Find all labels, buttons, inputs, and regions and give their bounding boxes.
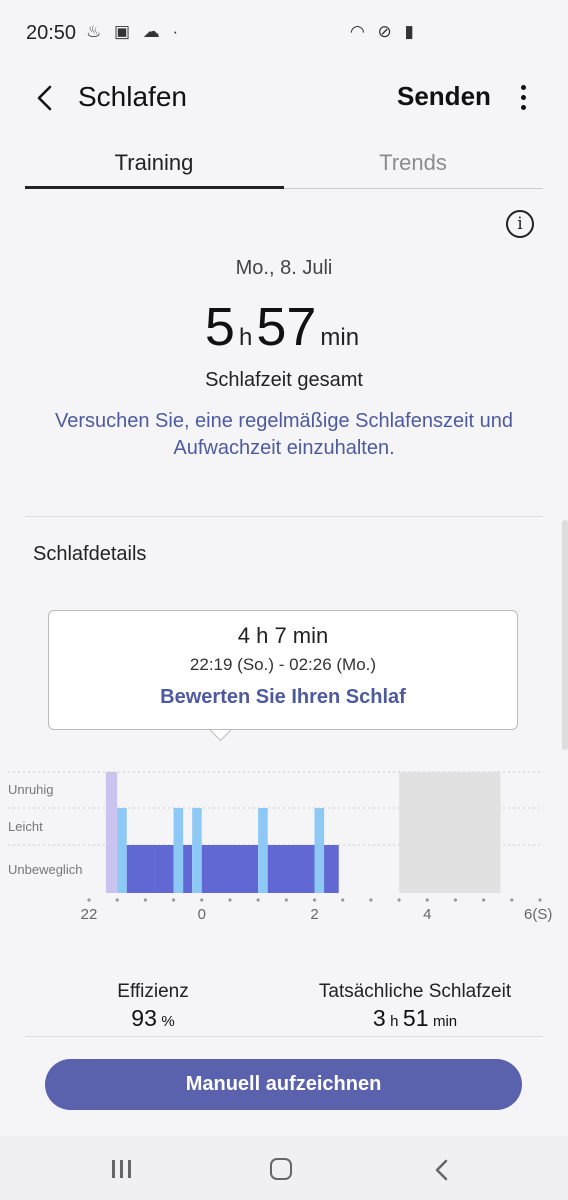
axis-dot — [87, 898, 91, 902]
axis-dot — [143, 898, 147, 902]
info-icon[interactable]: i — [506, 210, 534, 238]
status-right-icons: ◠ ⊘ ▮ — [350, 22, 418, 41]
sleep-details-title: Schlafdetails — [33, 543, 147, 565]
status-time: 20:50 — [26, 22, 77, 44]
status-left-icons: ♨ ▣ ☁ · — [86, 22, 183, 41]
tooltip-time-range: 22:19 (So.) - 02:26 (Mo.) — [189, 655, 377, 674]
axis-dot — [538, 898, 542, 902]
home-icon[interactable] — [270, 1158, 292, 1180]
sleep-date: Mo., 8. Juli — [235, 257, 333, 279]
axis-dot — [256, 898, 260, 902]
sleep-tip-line-2: Aufwachzeit einzuhalten. — [173, 437, 395, 459]
hours-unit: h — [238, 324, 253, 351]
efficiency-value: 93 % — [53, 1005, 253, 1032]
axis-dot — [397, 898, 401, 902]
stats-divider — [25, 1036, 543, 1037]
axis-dot — [312, 898, 317, 902]
row-label-motionless: Unbeweglich — [8, 862, 83, 877]
minutes-unit: min — [320, 324, 360, 351]
sleep-segment — [105, 772, 118, 893]
total-sleep-label: Schlafzeit gesamt — [205, 369, 363, 391]
row-label-restless: Unruhig — [8, 782, 54, 797]
sleep-segment — [183, 845, 193, 893]
axis-dot — [341, 898, 345, 902]
axis-dot — [115, 898, 119, 902]
axis-dot — [171, 898, 176, 902]
record-manually-button[interactable]: Manuell aufzeichnen — [45, 1059, 522, 1110]
x-tick-label: 6(S) — [524, 906, 552, 923]
sleep-segment — [399, 772, 501, 893]
section-divider — [25, 516, 543, 517]
x-tick-label: 22 — [81, 906, 98, 923]
more-options-icon[interactable] — [510, 80, 536, 116]
back-icon[interactable] — [30, 80, 66, 116]
axis-dot — [453, 898, 458, 902]
sleep-segment — [258, 808, 268, 893]
sleep-stage-chart[interactable]: 22 0 2 4 6(S) — [0, 760, 568, 930]
actual-minutes: 51 — [402, 1005, 429, 1031]
recents-icon[interactable] — [112, 1160, 136, 1180]
total-minutes: 57 — [256, 297, 317, 357]
sleep-segment — [126, 845, 155, 893]
actual-minutes-unit: min — [432, 1013, 458, 1030]
axis-dot — [284, 898, 288, 902]
total-sleep-time: 5 h57 min — [0, 296, 568, 358]
sleep-segment — [314, 808, 325, 893]
actual-hours: 3 — [372, 1005, 386, 1031]
sleep-segment — [324, 845, 339, 893]
efficiency-label: Effizienz — [117, 981, 189, 1002]
sleep-segment — [154, 845, 174, 893]
sleep-segment — [267, 845, 315, 893]
tab-training[interactable]: Training — [25, 150, 283, 176]
axis-dot — [425, 898, 429, 902]
actual-sleep-label: Tatsächliche Schlafzeit — [318, 981, 512, 1002]
total-hours: 5 — [204, 297, 235, 357]
efficiency-number: 93 — [131, 1005, 157, 1031]
axis-dot — [200, 898, 204, 902]
tooltip-duration: 4 h 7 min — [237, 623, 329, 648]
axis-dot — [482, 898, 486, 902]
x-tick-label: 4 — [423, 906, 431, 923]
nav-back-icon[interactable] — [432, 1158, 452, 1182]
sleep-tooltip: 4 h 7 min 22:19 (So.) - 02:26 (Mo.) Bewe… — [48, 610, 518, 730]
x-tick-label: 2 — [310, 906, 318, 923]
rate-sleep-link[interactable]: Bewerten Sie Ihren Schlaf — [49, 686, 517, 709]
row-label-light: Leicht — [8, 819, 43, 834]
axis-dot — [228, 898, 232, 902]
page-title: Schlafen — [78, 81, 187, 112]
sleep-tip: Versuchen Sie, eine regelmäßige Schlafen… — [0, 408, 568, 462]
actual-hours-unit: h — [390, 1013, 399, 1030]
actual-sleep-value: 3 h 51 min — [290, 1005, 540, 1032]
sleep-segment — [192, 808, 202, 893]
sleep-segment — [201, 845, 259, 893]
sleep-segment — [173, 808, 184, 893]
sleep-tip-line-1: Versuchen Sie, eine regelmäßige Schlafen… — [54, 410, 514, 432]
tab-trends[interactable]: Trends — [284, 150, 542, 176]
sleep-segment — [117, 808, 127, 893]
axis-dot — [510, 898, 514, 902]
tab-active-indicator — [25, 186, 284, 189]
x-tick-label: 0 — [198, 906, 206, 923]
efficiency-unit: % — [161, 1013, 175, 1030]
send-button[interactable]: Senden — [397, 81, 491, 112]
scrollbar[interactable] — [562, 520, 568, 750]
axis-dot — [369, 898, 373, 902]
